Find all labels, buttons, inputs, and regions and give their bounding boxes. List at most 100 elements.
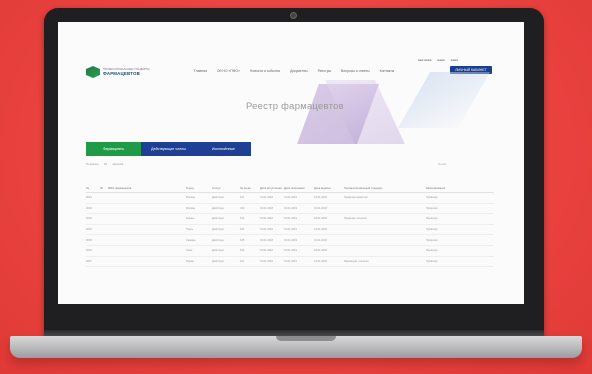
table-cell: 01.01.2019 xyxy=(284,196,297,200)
table-cell: Действует xyxy=(212,249,225,253)
column-header[interactable]: Статус xyxy=(212,186,240,190)
table-cell: 01.01.2019 xyxy=(284,249,297,253)
topbar-link[interactable]: ■■■ ■■■■ xyxy=(418,58,432,62)
nav-item[interactable]: Главная xyxy=(194,69,207,73)
table-cell: Провизор-аналитик xyxy=(344,196,368,200)
column-header[interactable]: № св-ва xyxy=(240,186,260,190)
table-cell: Пермь xyxy=(186,259,194,263)
table-cell: Казань xyxy=(186,217,195,221)
table-cell: 01.01.2018 xyxy=(314,206,327,210)
table-cell: 01.01.2019 xyxy=(284,238,297,242)
table-cell: 01.01.2018 xyxy=(260,259,273,263)
search-label[interactable]: Поиск: xyxy=(438,162,447,166)
table-cell: Провизор xyxy=(426,196,438,200)
table-cell: Действует xyxy=(212,206,225,210)
logo-text: ПРОФЕССИОНАЛЬНЫЕ СТАНДАРТЫ ФАРМАЦЕВТОВ xyxy=(103,68,149,76)
logo-mark-icon xyxy=(86,66,100,78)
table-cell: Тверь xyxy=(186,228,194,232)
table-row[interactable]: 0007 Пермь Действует 107 01.01.2018 01.01.201… xyxy=(86,257,494,268)
table-cell: 01.01.2018 xyxy=(260,196,273,200)
column-header[interactable]: ФИО фармацевта xyxy=(108,186,186,190)
table-cell: 103 xyxy=(240,217,245,221)
column-header[interactable]: Профессиональный стандарт xyxy=(344,186,426,190)
table-cell: 101 xyxy=(240,196,245,200)
nav-item[interactable]: Об НО «ПФО» xyxy=(217,69,240,73)
page-title: Реестр фармацевтов xyxy=(246,100,344,111)
registry-table: № ID ФИО фармацевта Город Статус № св-ва Дата … xyxy=(86,174,494,268)
table-cell: 01.01.2018 xyxy=(260,238,273,242)
topbar-link[interactable]: ■■■■ xyxy=(438,58,445,62)
table-row[interactable]: 0001 Москва Действует 101 01.01.2018 01.01.20… xyxy=(86,193,494,204)
table-row[interactable]: 0002 Москва Действует 102 01.01.2018 01.01.20… xyxy=(86,204,494,215)
tab-pharmacists[interactable]: Фармацевты xyxy=(86,142,141,156)
tab-active-members[interactable]: Действующие члены xyxy=(141,142,196,156)
table-cell: 0003 xyxy=(86,217,92,221)
topbar-link[interactable]: ■■■■ xyxy=(451,58,458,62)
table-cell: Омск xyxy=(186,249,193,253)
column-header[interactable]: Дата выдачи xyxy=(314,186,344,190)
column-header[interactable]: Город xyxy=(186,186,212,190)
nav-item[interactable]: Реестры xyxy=(318,69,331,73)
table-cell: 01.01.2018 xyxy=(314,228,327,232)
table-cell: 01.01.2018 xyxy=(314,217,327,221)
column-header[interactable]: Дата окончания xyxy=(284,186,314,190)
hero-decor xyxy=(397,72,491,128)
table-cell: 01.01.2019 xyxy=(284,228,297,232)
column-header[interactable]: Дата вступления xyxy=(260,186,284,190)
table-cell: Провизор xyxy=(426,249,438,253)
nav-item[interactable]: Вопросы и ответы xyxy=(341,69,370,73)
table-cell: Москва xyxy=(186,206,195,210)
page-size-filter[interactable]: Показать 10 записей xyxy=(86,162,123,166)
table-body: 0001 Москва Действует 101 01.01.2018 01.01.20… xyxy=(86,193,494,268)
table-cell: 01.01.2019 xyxy=(284,217,297,221)
table-cell: Провизор xyxy=(426,206,438,210)
table-cell: 01.01.2019 xyxy=(284,206,297,210)
table-cell: 01.01.2018 xyxy=(260,228,273,232)
table-cell: 0004 xyxy=(86,228,92,232)
table-header: № ID ФИО фармацевта Город Статус № св-ва Дата … xyxy=(86,174,494,193)
site-logo[interactable]: ПРОФЕССИОНАЛЬНЫЕ СТАНДАРТЫ ФАРМАЦЕВТОВ xyxy=(86,66,149,78)
table-cell: Действует xyxy=(212,238,225,242)
laptop-screen: ■■■ ■■■■ ■■■■ ■■■■ ПРОФЕССИОНАЛЬНЫЕ СТАНДА… xyxy=(58,22,524,304)
table-cell: 0006 xyxy=(86,249,92,253)
table-cell: Москва xyxy=(186,196,195,200)
table-cell: Провизор xyxy=(426,217,438,221)
page-size-select[interactable]: 10 xyxy=(104,162,107,166)
table-cell: Провизор xyxy=(426,228,438,232)
table-cell: Фармацевт-технолог xyxy=(344,259,369,263)
top-utility-bar: ■■■ ■■■■ ■■■■ ■■■■ xyxy=(418,58,458,62)
table-cell: Провизор xyxy=(426,238,438,242)
filter-label-records: записей xyxy=(112,162,124,166)
logo-title: ФАРМАЦЕВТОВ xyxy=(103,71,141,76)
table-cell: Действует xyxy=(212,228,225,232)
table-cell: Провизор xyxy=(426,259,438,263)
nav-item[interactable]: Контакты xyxy=(380,69,395,73)
laptop-base xyxy=(10,336,582,358)
table-row[interactable]: 0005 Самара Действует 105 01.01.2018 01.01.20… xyxy=(86,235,494,246)
column-header[interactable]: Квалификация xyxy=(426,186,456,190)
table-cell: 01.01.2018 xyxy=(260,206,273,210)
table-cell: 102 xyxy=(240,206,245,210)
trackpad-notch xyxy=(276,336,336,341)
nav-item[interactable]: Документы xyxy=(290,69,307,73)
table-cell: 0005 xyxy=(86,238,92,242)
table-cell: 105 xyxy=(240,238,245,242)
table-row[interactable]: 0004 Тверь Действует 104 01.01.2018 01.01.201… xyxy=(86,225,494,236)
table-cell: 01.01.2018 xyxy=(260,249,273,253)
table-cell: Действует xyxy=(212,196,225,200)
table-cell: Провизор-технолог xyxy=(344,217,368,221)
table-cell: 01.01.2018 xyxy=(314,238,327,242)
table-cell: 0007 xyxy=(86,259,92,263)
table-row[interactable]: 0003 Казань Действует 103 01.01.2018 01.01.20… xyxy=(86,214,494,225)
table-row[interactable]: 0006 Омск Действует 106 01.01.2018 01.01.2019… xyxy=(86,246,494,257)
column-header[interactable]: № xyxy=(86,186,100,190)
main-nav: Главная Об НО «ПФО» Новости и события Докум… xyxy=(194,69,394,73)
table-cell: 01.01.2018 xyxy=(314,249,327,253)
table-cell: Действует xyxy=(212,217,225,221)
tab-excluded[interactable]: Исключённые xyxy=(196,142,251,156)
table-cell: Действует xyxy=(212,259,225,263)
table-cell: 01.01.2019 xyxy=(284,259,297,263)
column-header[interactable]: ID xyxy=(100,186,108,190)
nav-item[interactable]: Новости и события xyxy=(250,69,280,73)
table-cell: Самара xyxy=(186,238,196,242)
